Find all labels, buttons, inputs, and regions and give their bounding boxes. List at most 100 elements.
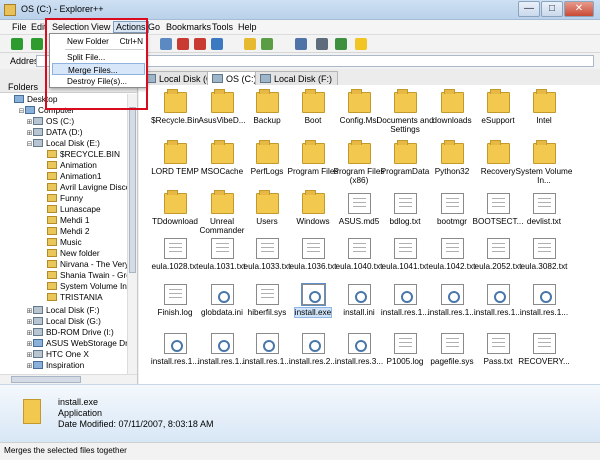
- folder-icon: [47, 271, 57, 279]
- tree-item-system-volume[interactable]: System Volume Info: [47, 281, 134, 292]
- tree-item-shania-twain[interactable]: Shania Twain - Gre: [47, 270, 131, 281]
- file-item[interactable]: install.res.1...: [512, 284, 576, 330]
- tree-item-funny[interactable]: Funny: [47, 193, 83, 204]
- views-icon[interactable]: [295, 38, 307, 50]
- tree-item-animation1[interactable]: Animation1: [47, 171, 102, 182]
- document-icon: [440, 193, 464, 214]
- delete-icon[interactable]: [177, 38, 189, 50]
- detail-date: Date Modified: 07/11/2007, 8:03:18 AM: [58, 419, 214, 429]
- tree-item-mehdi-1[interactable]: Mehdi 1: [47, 215, 90, 226]
- menu-bookmarks[interactable]: Bookmarks: [166, 22, 211, 32]
- document-icon: [486, 193, 510, 214]
- back-icon[interactable]: [11, 38, 23, 50]
- document-icon: [486, 238, 510, 259]
- document-icon: [532, 238, 556, 259]
- destroy-icon[interactable]: [194, 38, 206, 50]
- split-file-menu-item[interactable]: Split File...: [52, 51, 145, 63]
- maximize-button[interactable]: □: [541, 1, 563, 17]
- file-item[interactable]: Intel: [512, 89, 576, 138]
- tree-item-desktop[interactable]: Desktop: [14, 94, 57, 105]
- close-button[interactable]: ✕: [564, 1, 594, 17]
- disc-icon: [33, 328, 43, 336]
- drive-icon: [33, 139, 43, 147]
- menu-edit[interactable]: Edit: [31, 22, 47, 32]
- menu-tools[interactable]: Tools: [212, 22, 233, 32]
- new-folder-menu-item[interactable]: New Folder Ctrl+N: [52, 35, 145, 47]
- folder-icon: [393, 89, 417, 113]
- document-icon: [163, 238, 187, 259]
- menu-file[interactable]: File: [12, 22, 27, 32]
- folder-icon: [163, 140, 187, 164]
- file-item[interactable]: RECOVERY...: [512, 333, 576, 379]
- folder-icon[interactable]: [244, 38, 256, 50]
- folder-icon: [47, 161, 57, 169]
- folder-icon: [301, 140, 325, 164]
- tree-item-local-disk-g[interactable]: ⊞ Local Disk (G:): [26, 316, 101, 327]
- scrollbar-thumb[interactable]: [129, 107, 136, 273]
- folder-icon: [301, 89, 325, 113]
- backup-folder-icon: [255, 89, 279, 113]
- destroy-files-menu-item[interactable]: Destroy File(s)...: [52, 75, 145, 87]
- tree-item-mehdi-2[interactable]: Mehdi 2: [47, 226, 90, 237]
- merge-files-menu-item[interactable]: Merge Files...: [52, 63, 145, 75]
- refresh-icon[interactable]: [261, 38, 273, 50]
- drive-icon: [33, 117, 43, 125]
- command-prompt-icon[interactable]: [316, 38, 328, 50]
- tree-item-inspiration[interactable]: ⊞ Inspiration: [26, 360, 85, 371]
- tree-item-avril-lavigne[interactable]: Avril Lavigne Disco: [47, 182, 130, 193]
- copy-icon[interactable]: [160, 38, 172, 50]
- tree-item-data-d[interactable]: ⊞ DATA (D:): [26, 127, 83, 138]
- file-listing-pane: $Recycle.Bin AsusVibeD... Backup Boot Co…: [139, 85, 600, 385]
- tree-item-new-folder[interactable]: New folder: [47, 248, 100, 259]
- menu-go[interactable]: Go: [148, 22, 160, 32]
- tree-item-tristania[interactable]: TRISTANIA: [47, 292, 103, 303]
- title-bar: OS (C:) - Explorer++ — □ ✕: [0, 0, 600, 20]
- menu-actions[interactable]: Actions: [113, 21, 149, 33]
- window-title: OS (C:) - Explorer++: [21, 4, 104, 14]
- folder-icon: [163, 89, 187, 113]
- tree-item-htc-one-x[interactable]: ⊞ HTC One X: [26, 349, 89, 360]
- scrollbar-thumb[interactable]: [11, 376, 81, 383]
- document-icon: [532, 193, 556, 214]
- tree-item-nirvana[interactable]: Nirvana - The Very: [47, 259, 129, 270]
- folder-icon: [210, 89, 234, 113]
- settings-file-icon: [486, 284, 510, 305]
- forward-icon[interactable]: [31, 38, 43, 50]
- computer-icon: [25, 106, 35, 114]
- file-item[interactable]: eula.3082.txt: [512, 238, 576, 284]
- star-icon[interactable]: [355, 38, 367, 50]
- installer-icon: [300, 283, 326, 306]
- cloud-drive-icon: [33, 339, 43, 347]
- menu-help[interactable]: Help: [238, 22, 257, 32]
- document-icon: [393, 238, 417, 259]
- minimize-button[interactable]: —: [518, 1, 540, 17]
- folder-icon: [486, 140, 510, 164]
- settings-file-icon: [347, 333, 371, 354]
- detail-type: Application: [58, 408, 103, 418]
- tab-label: OS (C:): [226, 74, 257, 84]
- tree-vertical-scrollbar[interactable]: [127, 94, 137, 384]
- tree-item-music[interactable]: Music: [47, 237, 82, 248]
- tree-item-local-disk-e[interactable]: ⊟ Local Disk (E:): [26, 138, 100, 149]
- tree-item-asus-webstorage[interactable]: ⊞ ASUS WebStorage Driv: [26, 338, 134, 349]
- file-item[interactable]: devlist.txt: [512, 193, 576, 239]
- undo-icon[interactable]: [211, 38, 223, 50]
- folder-icon: [486, 89, 510, 113]
- settings-file-icon: [347, 284, 371, 305]
- bookmark-icon[interactable]: [335, 38, 347, 50]
- tree-item-local-disk-f[interactable]: ⊞ Local Disk (F:): [26, 305, 100, 316]
- tree-item-os-c[interactable]: ⊞ OS (C:): [26, 116, 75, 127]
- menu-view[interactable]: View: [91, 22, 110, 32]
- tree-item-recycle-bin[interactable]: $RECYCLE.BIN: [47, 149, 120, 160]
- folder-icon: [47, 260, 57, 268]
- folder-icon: [347, 140, 371, 164]
- tab-local-disk-f[interactable]: Local Disk (F:): [255, 71, 339, 85]
- folder-icon: [301, 190, 325, 214]
- tree-item-bd-rom[interactable]: ⊞ BD-ROM Drive (I:): [26, 327, 114, 338]
- menu-selection[interactable]: Selection: [52, 22, 89, 32]
- file-item[interactable]: System Volume In...: [512, 140, 576, 189]
- tree-item-computer[interactable]: ⊟ Computer: [18, 105, 75, 116]
- tree-item-animation[interactable]: Animation: [47, 160, 97, 171]
- tree-item-lunascape[interactable]: Lunascape: [47, 204, 101, 215]
- tree-horizontal-scrollbar[interactable]: [0, 374, 137, 384]
